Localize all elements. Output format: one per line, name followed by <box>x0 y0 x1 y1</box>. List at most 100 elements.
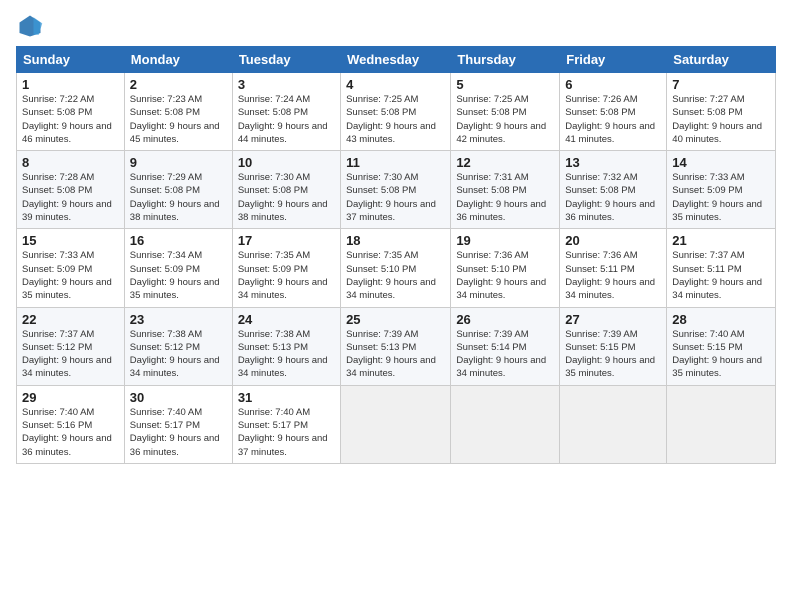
calendar-week-4: 22Sunrise: 7:37 AM Sunset: 5:12 PM Dayli… <box>17 307 776 385</box>
day-info: Sunrise: 7:30 AM Sunset: 5:08 PM Dayligh… <box>238 171 335 224</box>
calendar-cell: 23Sunrise: 7:38 AM Sunset: 5:12 PM Dayli… <box>124 307 232 385</box>
day-number: 30 <box>130 390 227 405</box>
calendar-cell: 25Sunrise: 7:39 AM Sunset: 5:13 PM Dayli… <box>341 307 451 385</box>
day-number: 13 <box>565 155 661 170</box>
calendar-week-1: 1Sunrise: 7:22 AM Sunset: 5:08 PM Daylig… <box>17 73 776 151</box>
calendar-week-2: 8Sunrise: 7:28 AM Sunset: 5:08 PM Daylig… <box>17 151 776 229</box>
calendar-cell: 28Sunrise: 7:40 AM Sunset: 5:15 PM Dayli… <box>667 307 776 385</box>
calendar-cell: 19Sunrise: 7:36 AM Sunset: 5:10 PM Dayli… <box>451 229 560 307</box>
day-info: Sunrise: 7:25 AM Sunset: 5:08 PM Dayligh… <box>456 93 554 146</box>
calendar-cell <box>667 385 776 463</box>
day-info: Sunrise: 7:38 AM Sunset: 5:12 PM Dayligh… <box>130 328 227 381</box>
calendar-cell: 17Sunrise: 7:35 AM Sunset: 5:09 PM Dayli… <box>232 229 340 307</box>
day-info: Sunrise: 7:29 AM Sunset: 5:08 PM Dayligh… <box>130 171 227 224</box>
day-info: Sunrise: 7:33 AM Sunset: 5:09 PM Dayligh… <box>22 249 119 302</box>
day-number: 18 <box>346 233 445 248</box>
day-number: 11 <box>346 155 445 170</box>
calendar-cell: 11Sunrise: 7:30 AM Sunset: 5:08 PM Dayli… <box>341 151 451 229</box>
calendar-cell: 15Sunrise: 7:33 AM Sunset: 5:09 PM Dayli… <box>17 229 125 307</box>
calendar-cell: 7Sunrise: 7:27 AM Sunset: 5:08 PM Daylig… <box>667 73 776 151</box>
day-info: Sunrise: 7:34 AM Sunset: 5:09 PM Dayligh… <box>130 249 227 302</box>
day-info: Sunrise: 7:22 AM Sunset: 5:08 PM Dayligh… <box>22 93 119 146</box>
weekday-header-row: SundayMondayTuesdayWednesdayThursdayFrid… <box>17 47 776 73</box>
calendar-cell: 5Sunrise: 7:25 AM Sunset: 5:08 PM Daylig… <box>451 73 560 151</box>
day-info: Sunrise: 7:37 AM Sunset: 5:12 PM Dayligh… <box>22 328 119 381</box>
day-info: Sunrise: 7:30 AM Sunset: 5:08 PM Dayligh… <box>346 171 445 224</box>
day-info: Sunrise: 7:39 AM Sunset: 5:13 PM Dayligh… <box>346 328 445 381</box>
calendar-week-3: 15Sunrise: 7:33 AM Sunset: 5:09 PM Dayli… <box>17 229 776 307</box>
calendar-cell: 12Sunrise: 7:31 AM Sunset: 5:08 PM Dayli… <box>451 151 560 229</box>
day-number: 22 <box>22 312 119 327</box>
calendar-cell: 27Sunrise: 7:39 AM Sunset: 5:15 PM Dayli… <box>560 307 667 385</box>
weekday-header-saturday: Saturday <box>667 47 776 73</box>
day-info: Sunrise: 7:25 AM Sunset: 5:08 PM Dayligh… <box>346 93 445 146</box>
day-number: 9 <box>130 155 227 170</box>
calendar-cell: 1Sunrise: 7:22 AM Sunset: 5:08 PM Daylig… <box>17 73 125 151</box>
calendar-week-5: 29Sunrise: 7:40 AM Sunset: 5:16 PM Dayli… <box>17 385 776 463</box>
day-info: Sunrise: 7:23 AM Sunset: 5:08 PM Dayligh… <box>130 93 227 146</box>
calendar-cell: 30Sunrise: 7:40 AM Sunset: 5:17 PM Dayli… <box>124 385 232 463</box>
weekday-header-friday: Friday <box>560 47 667 73</box>
calendar-cell: 16Sunrise: 7:34 AM Sunset: 5:09 PM Dayli… <box>124 229 232 307</box>
day-info: Sunrise: 7:36 AM Sunset: 5:10 PM Dayligh… <box>456 249 554 302</box>
calendar-cell: 8Sunrise: 7:28 AM Sunset: 5:08 PM Daylig… <box>17 151 125 229</box>
day-number: 15 <box>22 233 119 248</box>
calendar-cell: 2Sunrise: 7:23 AM Sunset: 5:08 PM Daylig… <box>124 73 232 151</box>
logo-icon <box>16 12 44 40</box>
day-number: 7 <box>672 77 770 92</box>
day-info: Sunrise: 7:27 AM Sunset: 5:08 PM Dayligh… <box>672 93 770 146</box>
day-info: Sunrise: 7:40 AM Sunset: 5:17 PM Dayligh… <box>238 406 335 459</box>
calendar-cell: 31Sunrise: 7:40 AM Sunset: 5:17 PM Dayli… <box>232 385 340 463</box>
calendar-cell: 22Sunrise: 7:37 AM Sunset: 5:12 PM Dayli… <box>17 307 125 385</box>
day-number: 16 <box>130 233 227 248</box>
day-number: 21 <box>672 233 770 248</box>
day-info: Sunrise: 7:38 AM Sunset: 5:13 PM Dayligh… <box>238 328 335 381</box>
day-number: 4 <box>346 77 445 92</box>
day-number: 5 <box>456 77 554 92</box>
weekday-header-monday: Monday <box>124 47 232 73</box>
day-number: 31 <box>238 390 335 405</box>
weekday-header-wednesday: Wednesday <box>341 47 451 73</box>
day-number: 17 <box>238 233 335 248</box>
day-info: Sunrise: 7:36 AM Sunset: 5:11 PM Dayligh… <box>565 249 661 302</box>
day-number: 2 <box>130 77 227 92</box>
calendar-cell: 20Sunrise: 7:36 AM Sunset: 5:11 PM Dayli… <box>560 229 667 307</box>
calendar-cell: 10Sunrise: 7:30 AM Sunset: 5:08 PM Dayli… <box>232 151 340 229</box>
day-info: Sunrise: 7:28 AM Sunset: 5:08 PM Dayligh… <box>22 171 119 224</box>
day-number: 25 <box>346 312 445 327</box>
calendar-cell: 14Sunrise: 7:33 AM Sunset: 5:09 PM Dayli… <box>667 151 776 229</box>
day-number: 12 <box>456 155 554 170</box>
day-info: Sunrise: 7:32 AM Sunset: 5:08 PM Dayligh… <box>565 171 661 224</box>
day-number: 28 <box>672 312 770 327</box>
page-container: SundayMondayTuesdayWednesdayThursdayFrid… <box>0 0 792 472</box>
day-number: 3 <box>238 77 335 92</box>
calendar-cell: 26Sunrise: 7:39 AM Sunset: 5:14 PM Dayli… <box>451 307 560 385</box>
calendar-cell: 9Sunrise: 7:29 AM Sunset: 5:08 PM Daylig… <box>124 151 232 229</box>
weekday-header-tuesday: Tuesday <box>232 47 340 73</box>
day-number: 1 <box>22 77 119 92</box>
calendar-cell: 4Sunrise: 7:25 AM Sunset: 5:08 PM Daylig… <box>341 73 451 151</box>
day-info: Sunrise: 7:26 AM Sunset: 5:08 PM Dayligh… <box>565 93 661 146</box>
calendar-cell: 13Sunrise: 7:32 AM Sunset: 5:08 PM Dayli… <box>560 151 667 229</box>
day-info: Sunrise: 7:35 AM Sunset: 5:10 PM Dayligh… <box>346 249 445 302</box>
calendar-cell: 3Sunrise: 7:24 AM Sunset: 5:08 PM Daylig… <box>232 73 340 151</box>
day-info: Sunrise: 7:24 AM Sunset: 5:08 PM Dayligh… <box>238 93 335 146</box>
calendar-table: SundayMondayTuesdayWednesdayThursdayFrid… <box>16 46 776 464</box>
day-info: Sunrise: 7:40 AM Sunset: 5:16 PM Dayligh… <box>22 406 119 459</box>
day-number: 29 <box>22 390 119 405</box>
day-number: 20 <box>565 233 661 248</box>
logo <box>16 12 48 40</box>
header <box>16 12 776 40</box>
day-number: 23 <box>130 312 227 327</box>
calendar-cell: 29Sunrise: 7:40 AM Sunset: 5:16 PM Dayli… <box>17 385 125 463</box>
day-info: Sunrise: 7:33 AM Sunset: 5:09 PM Dayligh… <box>672 171 770 224</box>
weekday-header-thursday: Thursday <box>451 47 560 73</box>
day-number: 27 <box>565 312 661 327</box>
day-number: 14 <box>672 155 770 170</box>
calendar-cell <box>560 385 667 463</box>
day-info: Sunrise: 7:35 AM Sunset: 5:09 PM Dayligh… <box>238 249 335 302</box>
day-number: 24 <box>238 312 335 327</box>
calendar-cell: 21Sunrise: 7:37 AM Sunset: 5:11 PM Dayli… <box>667 229 776 307</box>
day-number: 10 <box>238 155 335 170</box>
calendar-cell <box>341 385 451 463</box>
